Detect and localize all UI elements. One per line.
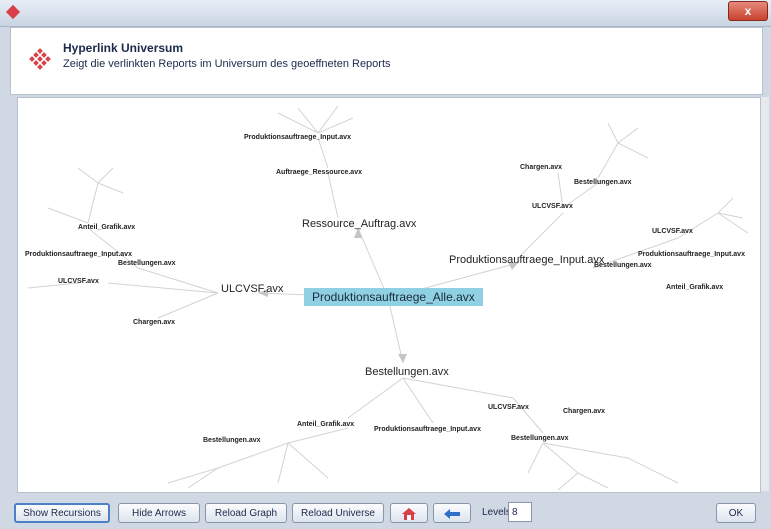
node-produktionsauftraege-input[interactable]: Produktionsauftraege_Input.avx [374,426,481,433]
back-button[interactable] [433,503,471,523]
node-anteil-grafik[interactable]: Anteil_Grafik.avx [78,224,135,231]
node-anteil-grafik[interactable]: Anteil_Grafik.avx [666,284,723,291]
node-ulcvsf[interactable]: ULCVSF.avx [532,203,573,210]
node-produktionsauftraege-input[interactable]: Produktionsauftraege_Input.avx [244,134,351,141]
node-auftraege-ressource[interactable]: Auftraege_Ressource.avx [276,169,362,176]
title-bar: x [0,0,771,27]
dialog-header: Hyperlink Universum Zeigt die verlinkten… [10,27,763,95]
dialog-subtitle: Zeigt die verlinkten Reports im Universu… [63,58,391,70]
home-icon [402,508,416,520]
levels-input[interactable]: 8 [508,502,532,522]
node-bestellungen[interactable]: Bestellungen.avx [594,262,652,269]
arrow-left-icon [444,509,460,519]
node-chargen[interactable]: Chargen.avx [133,319,175,326]
vertical-scrollbar[interactable] [761,97,769,491]
root-node[interactable]: Produktionsauftraege_Alle.avx [304,288,483,306]
node-ressource-auftrag[interactable]: Ressource_Auftrag.avx [302,218,416,230]
home-button[interactable] [390,503,428,523]
network-icon [29,48,51,70]
node-ulcvsf[interactable]: ULCVSF.avx [58,278,99,285]
node-ulcvsf[interactable]: ULCVSF.avx [221,283,283,295]
app-icon [5,4,21,20]
node-chargen[interactable]: Chargen.avx [563,408,605,415]
node-anteil-grafik[interactable]: Anteil_Grafik.avx [297,421,354,428]
node-bestellungen[interactable]: Bestellungen.avx [365,366,449,378]
show-recursions-button[interactable]: Show Recursions [14,503,110,523]
node-produktionsauftraege-input[interactable]: Produktionsauftraege_Input.avx [449,254,604,266]
node-ulcvsf[interactable]: ULCVSF.avx [488,404,529,411]
reload-universe-button[interactable]: Reload Universe [292,503,384,523]
node-chargen[interactable]: Chargen.avx [520,164,562,171]
dialog-title: Hyperlink Universum [63,41,184,55]
ok-button[interactable]: OK [716,503,756,523]
node-produktionsauftraege-input[interactable]: Produktionsauftraege_Input.avx [638,251,745,258]
hyperlink-graph[interactable]: Ressource_Auftrag.avx Produktionsauftrae… [17,97,761,493]
reload-graph-button[interactable]: Reload Graph [205,503,287,523]
node-bestellungen[interactable]: Bestellungen.avx [511,435,569,442]
node-bestellungen[interactable]: Bestellungen.avx [118,260,176,267]
arrow-head [398,354,407,363]
close-button[interactable]: x [728,1,768,21]
node-ulcvsf[interactable]: ULCVSF.avx [652,228,693,235]
node-bestellungen[interactable]: Bestellungen.avx [574,179,632,186]
node-produktionsauftraege-input[interactable]: Produktionsauftraege_Input.avx [25,251,132,258]
levels-label: Levels [482,507,511,518]
bottom-toolbar: Show Recursions Hide Arrows Reload Graph… [0,495,771,529]
hide-arrows-button[interactable]: Hide Arrows [118,503,200,523]
node-bestellungen[interactable]: Bestellungen.avx [203,437,261,444]
